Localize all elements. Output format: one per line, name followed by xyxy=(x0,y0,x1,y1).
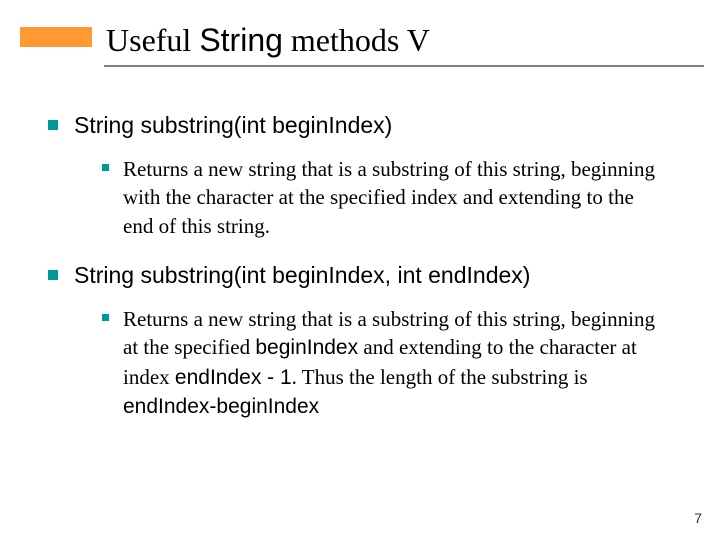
square-bullet-icon xyxy=(48,120,58,130)
inline-code: beginIndex xyxy=(255,336,358,359)
bullet-level2: Returns a new string that is a substring… xyxy=(102,155,680,240)
title-underline xyxy=(104,65,704,67)
square-bullet-icon xyxy=(102,314,109,321)
inline-code: endIndex-beginIndex xyxy=(123,395,319,418)
slide-body: String substring(int beginIndex) Returns… xyxy=(48,100,680,442)
method-signature: String substring(int beginIndex, int end… xyxy=(74,260,530,291)
bullet-level1: String substring(int beginIndex) Returns… xyxy=(48,110,680,240)
title-accent-bar xyxy=(20,27,92,47)
desc-text: . Thus the length of the substring is xyxy=(292,365,588,389)
title-pre: Useful xyxy=(106,22,199,58)
method-description: Returns a new string that is a substring… xyxy=(123,305,663,421)
square-bullet-icon xyxy=(102,164,109,171)
inline-code: endIndex - 1 xyxy=(175,366,292,389)
slide-title: Useful String methods V xyxy=(106,22,430,58)
method-signature: String substring(int beginIndex) xyxy=(74,110,392,141)
square-bullet-icon xyxy=(48,270,58,280)
title-code-word: String xyxy=(199,22,283,58)
slide-title-block: Useful String methods V xyxy=(20,22,700,67)
title-post: methods V xyxy=(283,22,430,58)
bullet-level2: Returns a new string that is a substring… xyxy=(102,305,680,421)
method-description: Returns a new string that is a substring… xyxy=(123,155,663,240)
page-number: 7 xyxy=(694,510,702,526)
bullet-level1: String substring(int beginIndex, int end… xyxy=(48,260,680,421)
